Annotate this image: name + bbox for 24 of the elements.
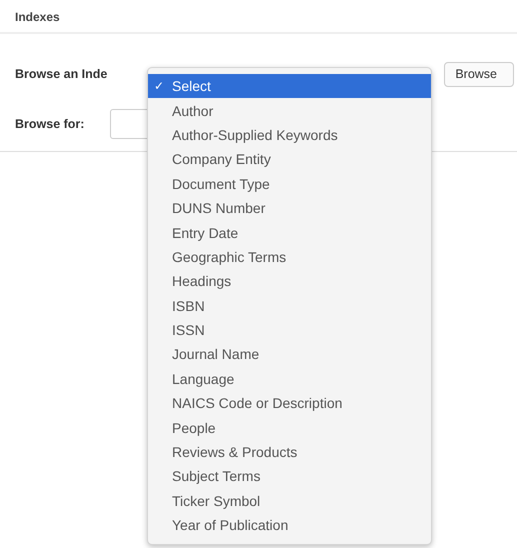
- menu-option[interactable]: Author-Supplied Keywords: [148, 122, 431, 148]
- menu-option[interactable]: Journal Name: [148, 342, 431, 367]
- menu-option[interactable]: People: [148, 415, 431, 440]
- menu-option[interactable]: Document Type: [148, 172, 431, 196]
- check-icon: ✓: [154, 79, 166, 94]
- menu-option[interactable]: Entry Date: [148, 220, 431, 245]
- browse-for-label: Browse for:: [15, 117, 84, 131]
- menu-option[interactable]: NAICS Code or Description: [148, 391, 431, 416]
- menu-option[interactable]: DUNS Number: [148, 196, 431, 220]
- browse-index-label: Browse an Inde: [15, 67, 108, 81]
- menu-option[interactable]: Company Entity: [148, 147, 431, 172]
- menu-option[interactable]: ISSN: [148, 318, 431, 342]
- menu-option[interactable]: Author: [148, 98, 431, 123]
- menu-option[interactable]: Geographic Terms: [148, 244, 431, 270]
- menu-option[interactable]: ✓ Select: [148, 74, 431, 98]
- menu-option[interactable]: Reviews & Products: [148, 440, 431, 464]
- browse-button[interactable]: Browse: [444, 62, 514, 86]
- section-heading: Indexes: [15, 10, 60, 24]
- menu-option[interactable]: Headings: [148, 269, 431, 294]
- menu-option[interactable]: ISBN: [148, 294, 431, 318]
- menu-option[interactable]: Subject Terms: [148, 464, 431, 489]
- menu-option[interactable]: Ticker Symbol: [148, 488, 431, 514]
- menu-option[interactable]: Year of Publication: [148, 513, 431, 538]
- menu-option[interactable]: Language: [148, 366, 431, 392]
